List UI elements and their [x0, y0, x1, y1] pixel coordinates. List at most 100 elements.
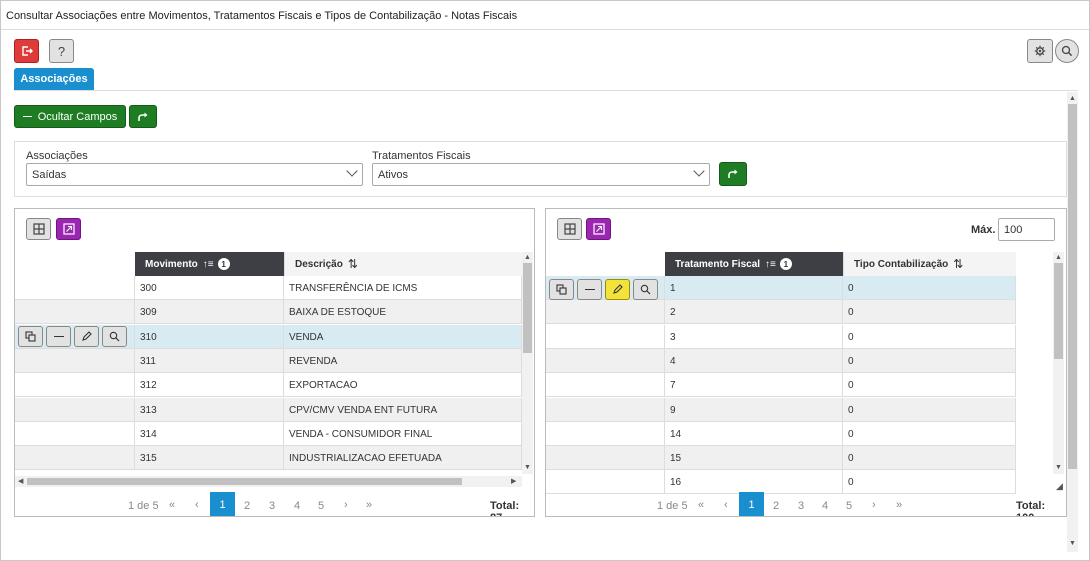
table-cell-tipo[interactable]: 0 [843, 300, 1016, 325]
table-cell-movimento[interactable]: 300 [135, 276, 284, 300]
page-1-button[interactable]: 1 [210, 492, 235, 516]
expand-button[interactable] [586, 218, 611, 240]
associacoes-select[interactable]: Saídas [26, 163, 363, 186]
page-5-button[interactable]: 5 [318, 500, 324, 512]
help-button[interactable]: ? [49, 39, 74, 63]
column-tratamento-fiscal[interactable]: Tratamento Fiscal ↑≡ 1 [665, 252, 843, 276]
remove-row-button[interactable] [577, 279, 602, 300]
scroll-down-icon[interactable]: ▼ [1055, 464, 1062, 472]
table-cell-descricao[interactable]: INDUSTRIALIZACAO EFETUADA [284, 446, 522, 471]
settings-button[interactable] [1027, 39, 1053, 63]
grid-view-button[interactable] [557, 218, 582, 240]
column-descricao[interactable]: Descrição ⇅ [284, 252, 522, 276]
table-cell-descricao[interactable]: VENDA [284, 324, 522, 349]
page-5-button[interactable]: 5 [846, 500, 852, 512]
last-page-button[interactable]: » [896, 499, 902, 511]
filter-panel: Associações Saídas Tratamentos Fiscais A… [14, 141, 1067, 197]
table-cell-tipo[interactable]: 0 [843, 324, 1016, 349]
table-cell-descricao[interactable]: TRANSFERÊNCIA DE ICMS [284, 276, 522, 300]
right-table-vscroll[interactable]: ▲ ▼ [1053, 252, 1064, 474]
page-4-button[interactable]: 4 [822, 500, 828, 512]
edit-row-button[interactable] [605, 279, 630, 300]
table-cell-descricao[interactable]: REVENDA [284, 348, 522, 373]
max-rows-input[interactable] [998, 218, 1055, 241]
scroll-down-icon[interactable]: ▼ [1069, 540, 1076, 548]
column-movimento[interactable]: Movimento ↑≡ 1 [135, 252, 284, 276]
hide-fields-button[interactable]: Ocultar Campos [14, 105, 126, 128]
table-cell-descricao[interactable]: EXPORTACAO [284, 373, 522, 398]
table-cell-movimento[interactable]: 315 [135, 446, 284, 471]
table-cell-movimento[interactable]: 314 [135, 421, 284, 446]
tab-associacoes[interactable]: Associações [14, 68, 94, 90]
table-cell-tratamento[interactable]: 3 [665, 324, 843, 349]
exit-button[interactable] [14, 39, 39, 63]
prev-page-button[interactable]: ‹ [724, 499, 728, 511]
copy-row-button[interactable] [549, 279, 574, 300]
page-4-button[interactable]: 4 [294, 500, 300, 512]
scroll-left-icon[interactable]: ◀ [18, 478, 23, 486]
table-cell-tratamento[interactable]: 15 [665, 446, 843, 471]
view-row-button[interactable] [633, 279, 658, 300]
page-3-button[interactable]: 3 [269, 500, 275, 512]
table-cell-tratamento[interactable]: 4 [665, 348, 843, 373]
row-actions-cell [546, 300, 665, 325]
left-table-vscroll[interactable]: ▲ ▼ [522, 252, 533, 474]
right-vscroll-thumb[interactable] [1054, 263, 1063, 359]
table-cell-tipo[interactable]: 0 [843, 373, 1016, 398]
table-cell-tratamento[interactable]: 1 [665, 276, 843, 300]
table-cell-tipo[interactable]: 0 [843, 276, 1016, 300]
grid-view-button[interactable] [26, 218, 51, 240]
table-cell-tratamento[interactable]: 16 [665, 470, 843, 495]
table-cell-tipo[interactable]: 0 [843, 421, 1016, 446]
main-scroll-thumb[interactable] [1068, 104, 1077, 469]
left-table-panel: Movimento ↑≡ 1 Descrição ⇅ 300 TRANSFERÊN… [14, 208, 535, 517]
view-row-button[interactable] [102, 326, 127, 347]
column-tipo-contabilizacao[interactable]: Tipo Contabilização ⇅ [843, 252, 1016, 276]
left-hscroll-thumb[interactable] [27, 478, 462, 485]
page-2-button[interactable]: 2 [244, 500, 250, 512]
share-button[interactable] [129, 105, 157, 128]
table-cell-movimento[interactable]: 310 [135, 324, 284, 349]
scroll-up-icon[interactable]: ▲ [524, 254, 531, 262]
first-page-button[interactable]: « [698, 499, 704, 511]
table-cell-movimento[interactable]: 313 [135, 397, 284, 422]
scroll-right-icon[interactable]: ▶ [511, 478, 516, 486]
table-cell-descricao[interactable]: BAIXA DE ESTOQUE [284, 300, 522, 325]
next-page-button[interactable]: › [872, 499, 876, 511]
table-cell-movimento[interactable]: 309 [135, 300, 284, 325]
page-3-button[interactable]: 3 [798, 500, 804, 512]
scroll-up-icon[interactable]: ▲ [1055, 254, 1062, 262]
left-vscroll-thumb[interactable] [523, 263, 532, 353]
edit-row-button[interactable] [74, 326, 99, 347]
left-table-hscroll[interactable]: ◀ ▶ [15, 476, 522, 487]
expand-button[interactable] [56, 218, 81, 240]
table-cell-descricao[interactable]: VENDA - CONSUMIDOR FINAL [284, 421, 522, 446]
table-cell-tratamento[interactable]: 7 [665, 373, 843, 398]
copy-row-button[interactable] [18, 326, 43, 347]
first-page-button[interactable]: « [169, 499, 175, 511]
table-cell-tipo[interactable]: 0 [843, 397, 1016, 422]
expand-icon [592, 223, 605, 235]
prev-page-button[interactable]: ‹ [195, 499, 199, 511]
table-cell-descricao[interactable]: CPV/CMV VENDA ENT FUTURA [284, 397, 522, 422]
last-page-button[interactable]: » [366, 499, 372, 511]
scroll-down-icon[interactable]: ▼ [524, 464, 531, 472]
remove-row-button[interactable] [46, 326, 71, 347]
table-cell-tratamento[interactable]: 14 [665, 421, 843, 446]
table-cell-movimento[interactable]: 311 [135, 348, 284, 373]
table-cell-tratamento[interactable]: 2 [665, 300, 843, 325]
table-cell-tipo[interactable]: 0 [843, 348, 1016, 373]
search-button[interactable] [1055, 39, 1079, 63]
page-1-button[interactable]: 1 [739, 492, 764, 516]
scroll-up-icon[interactable]: ▲ [1069, 95, 1076, 103]
main-scrollbar[interactable]: ▲ ▼ [1067, 92, 1078, 552]
tratamentos-select[interactable]: Ativos [372, 163, 710, 186]
table-cell-tipo[interactable]: 0 [843, 446, 1016, 471]
table-cell-tipo[interactable]: 0 [843, 470, 1016, 495]
apply-filter-button[interactable] [719, 162, 747, 186]
resize-handle-icon[interactable]: ◢ [1056, 482, 1063, 491]
next-page-button[interactable]: › [344, 499, 348, 511]
page-2-button[interactable]: 2 [773, 500, 779, 512]
table-cell-movimento[interactable]: 312 [135, 373, 284, 398]
table-cell-tratamento[interactable]: 9 [665, 397, 843, 422]
